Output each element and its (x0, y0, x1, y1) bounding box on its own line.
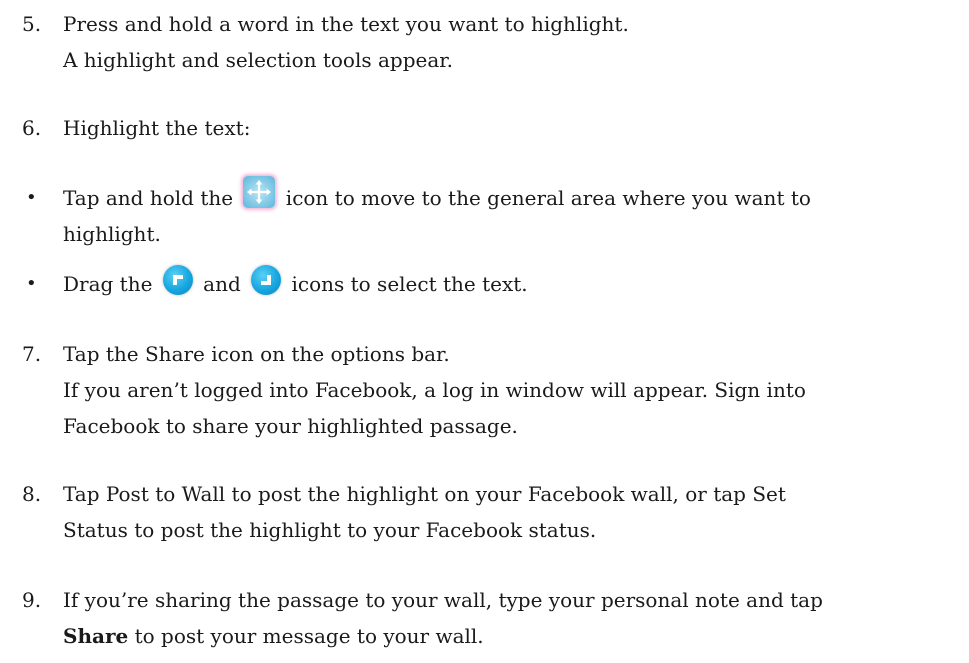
step-number: 7. (22, 342, 42, 366)
step-text: If you’re sharing the passage to your wa… (63, 588, 823, 612)
step-text: Tap Post to Wall to post the highlight o… (63, 482, 786, 506)
step-number: 8. (22, 482, 42, 506)
step-result-text: A highlight and selection tools appear. (63, 48, 453, 72)
selection-start-handle-icon (162, 264, 193, 295)
step-text: Press and hold a word in the text you wa… (63, 12, 629, 36)
instruction-document: 5. Press and hold a word in the text you… (0, 0, 969, 663)
step-9: 9. If you’re sharing the passage to your… (22, 582, 952, 654)
bullet-text-after: icons to select the text. (291, 272, 528, 296)
bullet-move-icon: • Tap and hold the icon to move to the g… (26, 175, 956, 252)
step-text: Tap the Share icon on the options bar. (63, 342, 450, 366)
bullet-text-before: Drag the (63, 272, 153, 296)
selection-end-handle-icon (251, 264, 282, 295)
step-number: 6. (22, 116, 42, 140)
step-8: 8. Tap Post to Wall to post the highligh… (22, 476, 952, 548)
step-text-rest: to post your message to your wall. (128, 624, 484, 648)
bullet-text-mid: and (203, 272, 241, 296)
move-handle-icon (243, 175, 276, 208)
step-6: 6. Highlight the text: (22, 110, 952, 146)
step-number: 5. (22, 12, 42, 36)
share-keyword: Share (63, 624, 129, 648)
bullet-dot: • (26, 273, 37, 294)
bullet-text-before: Tap and hold the (63, 186, 234, 210)
step-note-line-1: If you aren’t logged into Facebook, a lo… (63, 378, 806, 402)
step-text-line-2: Share to post your message to your wall. (63, 618, 952, 654)
bullet-text-line-2: highlight. (63, 222, 161, 246)
step-note-line-2: Facebook to share your highlighted passa… (63, 414, 518, 438)
step-text: Highlight the text: (63, 116, 251, 140)
bullet-text-line: Tap and hold the icon to move to the gen… (63, 175, 956, 216)
bullet-text-line: Drag the and icons to select the text. (63, 264, 956, 302)
bullet-text-after: icon to move to the general area where y… (285, 186, 811, 210)
bullet-dot: • (26, 187, 37, 208)
step-7: 7. Tap the Share icon on the options bar… (22, 336, 952, 444)
bullet-selection-handles: • Drag the and icons to select the text. (26, 264, 956, 302)
step-text-line-2: Status to post the highlight to your Fac… (63, 518, 597, 542)
step-5: 5. Press and hold a word in the text you… (22, 6, 952, 78)
step-number: 9. (22, 588, 42, 612)
